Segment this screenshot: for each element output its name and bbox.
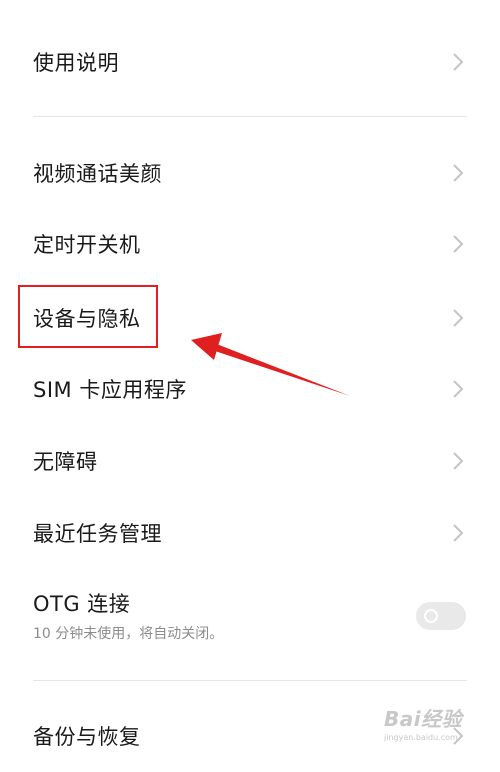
settings-item-label: 视频通话美颜	[33, 162, 162, 186]
otg-label: OTG 连接	[33, 592, 131, 616]
settings-item-label: 备份与恢复	[33, 725, 141, 749]
otg-toggle[interactable]	[416, 602, 466, 630]
section-divider	[33, 116, 467, 117]
settings-item-video-call-beauty[interactable]: 视频通话美颜	[0, 137, 500, 209]
settings-list: 使用说明 视频通话美颜 定时开关机 设备与隐私 SIM 卡应用程序 无障碍 最近…	[0, 0, 500, 757]
otg-subtitle: 10 分钟未使用，将自动关闭。	[33, 626, 224, 642]
chevron-right-icon	[453, 727, 464, 745]
section-divider	[33, 680, 467, 681]
settings-item-backup-restore[interactable]: 备份与恢复	[0, 700, 500, 772]
chevron-right-icon	[453, 309, 464, 327]
chevron-right-icon	[453, 235, 464, 253]
settings-item-recent-tasks[interactable]: 最近任务管理	[0, 497, 500, 569]
settings-item-label: SIM 卡应用程序	[33, 378, 187, 402]
settings-item-label: 最近任务管理	[33, 522, 162, 546]
chevron-right-icon	[453, 53, 464, 71]
settings-item-label: 定时开关机	[33, 233, 141, 257]
settings-item-scheduled-power[interactable]: 定时开关机	[0, 208, 500, 280]
settings-item-sim-apps[interactable]: SIM 卡应用程序	[0, 353, 500, 425]
settings-item-label: 无障碍	[33, 450, 98, 474]
settings-item-accessibility[interactable]: 无障碍	[0, 425, 500, 497]
settings-item-otg: OTG 连接 10 分钟未使用，将自动关闭。	[0, 569, 500, 663]
highlight-box	[18, 285, 158, 348]
chevron-right-icon	[453, 164, 464, 182]
chevron-right-icon	[453, 452, 464, 470]
settings-item-label: 使用说明	[33, 51, 119, 75]
chevron-right-icon	[453, 524, 464, 542]
chevron-right-icon	[453, 380, 464, 398]
settings-item-instructions[interactable]: 使用说明	[0, 26, 500, 98]
toggle-knob	[424, 609, 438, 623]
